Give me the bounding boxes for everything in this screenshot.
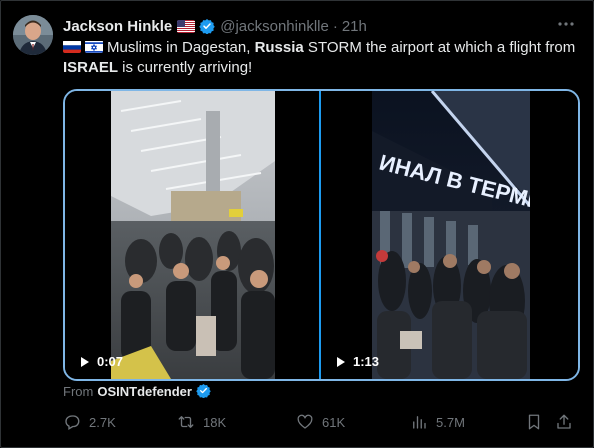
- bookmark-button[interactable]: [525, 413, 551, 431]
- from-attribution: From OSINTdefender: [63, 383, 212, 399]
- author-name[interactable]: Jackson Hinkle: [63, 18, 172, 35]
- share-icon: [557, 414, 571, 429]
- like-button[interactable]: 61K: [296, 413, 345, 431]
- media-grid: 0:07 ИНАЛ В ТЕРМИ 1:13: [63, 89, 580, 381]
- from-label: From: [63, 383, 94, 399]
- tweet-text-part: Muslims in Dagestan,: [107, 39, 255, 56]
- tweet-header: Jackson Hinkle @jacksonhinklle · 21h: [63, 16, 573, 36]
- retweet-button[interactable]: 18K: [177, 413, 226, 431]
- video-duration-badge-2: 1:13: [337, 354, 379, 369]
- action-bar: 2.7K 18K 61K 5.7M: [63, 413, 583, 433]
- separator-dot: ·: [332, 17, 338, 35]
- israel-flag-icon: [85, 40, 103, 53]
- from-account-link[interactable]: OSINTdefender: [97, 384, 192, 399]
- reply-count: 2.7K: [89, 414, 116, 430]
- tweet-text-bold-russia: Russia: [254, 39, 304, 56]
- video-player-1[interactable]: 0:07: [65, 91, 321, 379]
- timestamp[interactable]: 21h: [342, 18, 367, 35]
- tweet-text-part: is currently arriving!: [118, 59, 253, 76]
- verified-badge-icon: [196, 383, 212, 399]
- verified-badge-icon: [199, 18, 215, 35]
- tweet-text-bold-israel: ISRAEL: [63, 59, 119, 76]
- views-chart-icon: [413, 416, 426, 429]
- view-count: 5.7M: [436, 414, 465, 430]
- retweet-icon: [178, 416, 194, 428]
- more-icon[interactable]: [557, 15, 575, 33]
- author-handle[interactable]: @jacksonhinklle: [220, 18, 329, 35]
- video-player-2[interactable]: ИНАЛ В ТЕРМИ 1:13: [323, 91, 578, 379]
- video-duration-2: 1:13: [353, 354, 380, 369]
- play-icon: [337, 356, 345, 367]
- reply-button[interactable]: 2.7K: [63, 413, 116, 431]
- reply-icon: [65, 415, 80, 430]
- play-icon: [81, 356, 89, 367]
- retweet-count: 18K: [203, 414, 227, 430]
- like-count: 61K: [322, 414, 346, 430]
- video-duration-badge-1: 0:07: [81, 354, 123, 369]
- russia-flag-icon: [63, 40, 81, 53]
- bookmark-icon: [528, 414, 540, 430]
- share-button[interactable]: [555, 413, 581, 431]
- tweet-text: Muslims in Dagestan, Russia STORM the ai…: [63, 38, 583, 78]
- views-button[interactable]: 5.7M: [410, 413, 465, 431]
- heart-icon: [297, 414, 313, 429]
- tweet-card[interactable]: Jackson Hinkle @jacksonhinklle · 21h Mus…: [0, 0, 594, 448]
- video-thumbnail-1: [111, 91, 275, 379]
- video-duration-1: 0:07: [97, 354, 124, 369]
- avatar[interactable]: [13, 15, 53, 55]
- video-thumbnail-2: ИНАЛ В ТЕРМИ: [372, 91, 530, 379]
- tweet-text-part: STORM the airport at which a flight from: [303, 39, 576, 56]
- us-flag-icon: [177, 19, 196, 33]
